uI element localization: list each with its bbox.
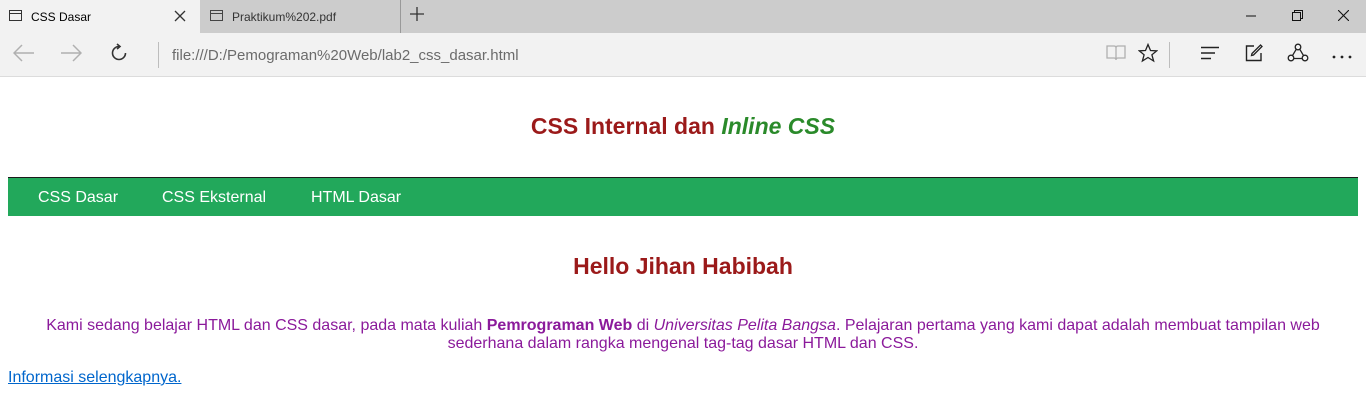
hub-icon [1200, 46, 1220, 65]
share-button[interactable] [1282, 39, 1314, 71]
more-info-link[interactable]: Informasi selengkapnya. [8, 369, 181, 387]
page-icon [210, 10, 223, 21]
restore-icon [1291, 8, 1303, 26]
page-title-main: CSS Internal dan [530, 113, 722, 139]
share-icon [1287, 43, 1309, 68]
more-icon [1332, 46, 1352, 64]
star-icon [1137, 42, 1159, 68]
pen-icon [1245, 43, 1263, 67]
toolbar-divider [1169, 42, 1170, 68]
menu-item-html-dasar[interactable]: HTML Dasar [311, 189, 401, 207]
web-note-button[interactable] [1238, 39, 1270, 71]
back-arrow-icon [12, 43, 35, 67]
page-content: CSS Internal dan Inline CSS CSS Dasar CS… [0, 77, 1366, 409]
plus-icon [410, 6, 424, 26]
forward-button[interactable] [55, 39, 87, 71]
intro-text-1: Kami sedang belajar HTML dan CSS dasar, … [46, 317, 487, 334]
tab-praktikum-pdf[interactable]: Praktikum%202.pdf [201, 0, 400, 33]
address-toolbar [0, 33, 1366, 77]
intro-course-name: Pemrograman Web [486, 317, 633, 334]
minimize-button[interactable] [1228, 0, 1274, 33]
new-tab-button[interactable] [404, 4, 430, 28]
intro-text-2: di [632, 317, 654, 334]
close-icon [1337, 8, 1349, 26]
tab-strip: CSS Dasar Praktikum%202.pdf [0, 0, 1366, 33]
reading-view-button[interactable] [1100, 39, 1132, 71]
address-input[interactable] [164, 43, 1064, 67]
page-title-accent: Inline CSS [721, 113, 836, 139]
menu-item-css-dasar[interactable]: CSS Dasar [38, 189, 118, 207]
window-close-button[interactable] [1320, 0, 1366, 33]
forward-arrow-icon [60, 43, 83, 67]
tab-css-dasar[interactable]: CSS Dasar [0, 0, 200, 33]
close-icon[interactable] [170, 6, 190, 26]
menu-item-css-eksternal[interactable]: CSS Eksternal [162, 189, 266, 207]
refresh-icon [109, 42, 129, 68]
book-icon [1106, 44, 1126, 66]
address-divider [158, 42, 159, 68]
intro-university: Universitas Pelita Bangsa [653, 317, 836, 334]
page-icon [9, 10, 22, 21]
page-title: CSS Internal dan Inline CSS [0, 113, 1366, 140]
more-button[interactable] [1326, 39, 1358, 71]
tab-divider [400, 0, 401, 33]
minimize-icon [1246, 8, 1256, 26]
tab-title: Praktikum%202.pdf [232, 10, 337, 24]
tab-title: CSS Dasar [31, 10, 92, 24]
favorite-button[interactable] [1132, 39, 1164, 71]
hub-button[interactable] [1194, 39, 1226, 71]
greeting-heading: Hello Jihan Habibah [573, 253, 793, 279]
navigation-menu: CSS Dasar CSS Eksternal HTML Dasar [8, 177, 1358, 216]
refresh-button[interactable] [103, 39, 135, 71]
intro-paragraph: Kami sedang belajar HTML dan CSS dasar, … [30, 317, 1336, 353]
restore-button[interactable] [1274, 0, 1320, 33]
back-button[interactable] [8, 39, 40, 71]
